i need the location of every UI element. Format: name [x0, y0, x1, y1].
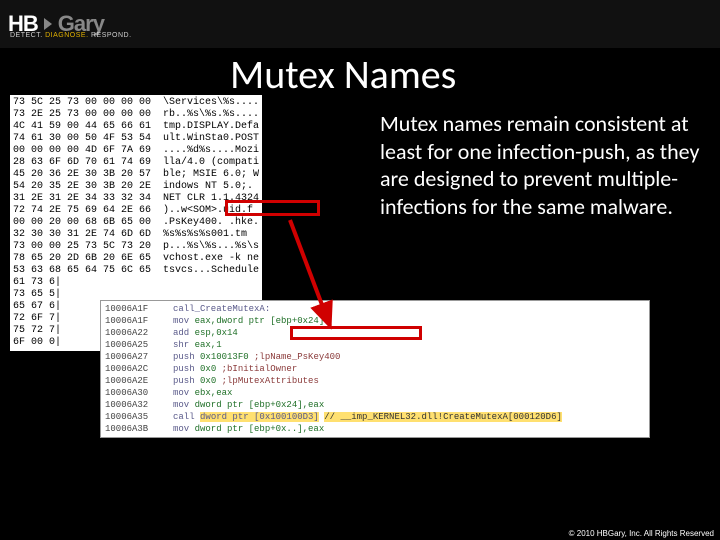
- tagline-respond: RESPOND.: [91, 32, 132, 39]
- tagline: DETECT. DIAGNOSE. RESPOND.: [10, 32, 132, 39]
- asm-addr: 10006A27: [105, 351, 173, 363]
- asm-addr: 10006A30: [105, 387, 173, 399]
- asm-op: push 0x0 ;lpMutexAttributes: [173, 375, 645, 387]
- body-text: Mutex names remain consistent at least f…: [380, 110, 700, 220]
- asm-op: mov dword ptr [ebp+0x24],eax: [173, 399, 645, 411]
- header: HB Gary DETECT. DIAGNOSE. RESPOND.: [0, 0, 720, 48]
- disassembly: 10006A1Fcall_CreateMutexA:10006A1Fmov ea…: [100, 300, 650, 438]
- asm-op: push 0x0 ;bInitialOwner: [173, 363, 645, 375]
- asm-op: mov dword ptr [ebp+0x..],eax: [173, 423, 645, 435]
- tagline-diagnose: DIAGNOSE.: [45, 32, 88, 39]
- asm-op: mov ebx,eax: [173, 387, 645, 399]
- asm-row: 10006A27push 0x10013F0 ;lpName_PsKey400: [105, 351, 645, 363]
- asm-op: call_CreateMutexA:: [173, 303, 645, 315]
- callout-box-pskey: [225, 200, 320, 216]
- asm-row: 10006A32mov dword ptr [ebp+0x24],eax: [105, 399, 645, 411]
- asm-row: 10006A1Fcall_CreateMutexA:: [105, 303, 645, 315]
- asm-op: push 0x10013F0 ;lpName_PsKey400: [173, 351, 645, 363]
- asm-addr: 10006A1F: [105, 315, 173, 327]
- asm-addr: 10006A1F: [105, 303, 173, 315]
- slide: HB Gary DETECT. DIAGNOSE. RESPOND. Mutex…: [0, 0, 720, 540]
- asm-addr: 10006A25: [105, 339, 173, 351]
- asm-row: 10006A2Epush 0x0 ;lpMutexAttributes: [105, 375, 645, 387]
- footer-copyright: © 2010 HBGary, Inc. All Rights Reserved: [569, 529, 714, 538]
- asm-addr: 10006A2C: [105, 363, 173, 375]
- asm-row: 10006A3Bmov dword ptr [ebp+0x..],eax: [105, 423, 645, 435]
- slide-title: Mutex Names: [230, 50, 456, 99]
- asm-addr: 10006A32: [105, 399, 173, 411]
- arrow-icon: [280, 218, 360, 338]
- asm-op: shr eax,1: [173, 339, 645, 351]
- asm-row: 10006A30mov ebx,eax: [105, 387, 645, 399]
- asm-addr: 10006A22: [105, 327, 173, 339]
- asm-row: 10006A35call dword ptr [0x100100D3] // _…: [105, 411, 645, 423]
- tagline-detect: DETECT.: [10, 32, 43, 39]
- logo-triangle-icon: [44, 18, 52, 30]
- asm-row: 10006A25shr eax,1: [105, 339, 645, 351]
- asm-addr: 10006A2E: [105, 375, 173, 387]
- asm-row: 10006A2Cpush 0x0 ;bInitialOwner: [105, 363, 645, 375]
- asm-addr: 10006A3B: [105, 423, 173, 435]
- asm-op: call dword ptr [0x100100D3] // __imp_KER…: [173, 411, 645, 423]
- asm-addr: 10006A35: [105, 411, 173, 423]
